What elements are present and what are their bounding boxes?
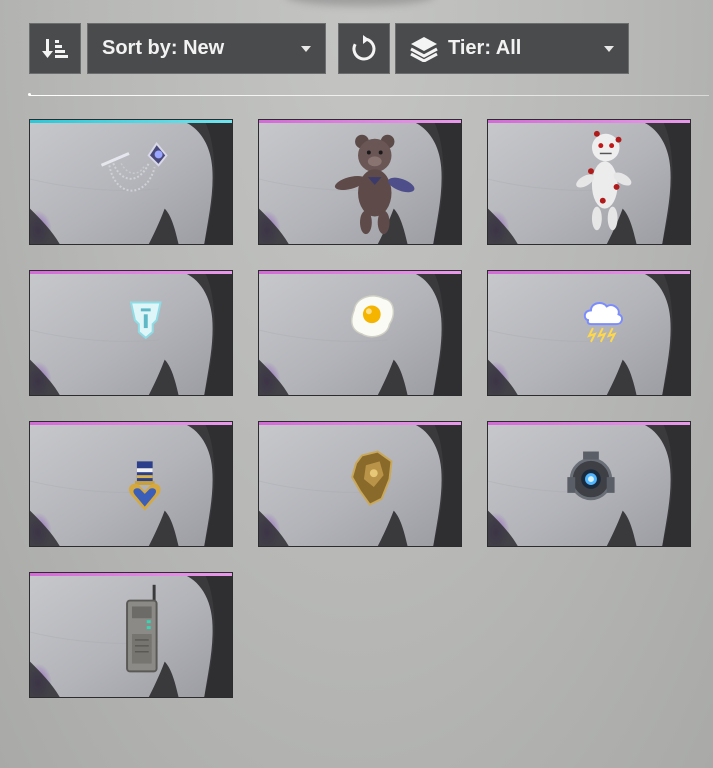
toolbar-divider <box>29 95 709 96</box>
tier-indicator-pink <box>488 422 690 425</box>
tier-indicator-pink <box>30 573 232 576</box>
top-shadow <box>285 0 435 6</box>
tier-indicator-pink <box>259 271 461 274</box>
tier-label: Tier: All <box>448 37 522 59</box>
tier-indicator-pink <box>259 422 461 425</box>
sort-label: Sort by: New <box>102 37 225 59</box>
tier-indicator-cyan <box>30 120 232 123</box>
sticker-card-walkie-talkie[interactable] <box>29 572 233 698</box>
sort-dropdown[interactable]: Sort by: New <box>87 23 326 74</box>
sticker-card-fried-egg[interactable] <box>258 270 462 396</box>
divider-dot <box>28 93 31 96</box>
tier-indicator-pink <box>488 271 690 274</box>
sticker-card-storm-cloud[interactable] <box>487 270 691 396</box>
sticker-card-tech-core[interactable] <box>487 421 691 547</box>
tier-indicator-pink <box>259 120 461 123</box>
sticker-card-teddy-bear[interactable] <box>258 119 462 245</box>
tier-indicator-pink <box>30 422 232 425</box>
tier-dropdown[interactable]: Tier: All <box>395 23 629 74</box>
gold-crest-icon <box>351 450 393 506</box>
sticker-card-emblem[interactable] <box>29 270 233 396</box>
chevron-down-icon <box>604 45 614 52</box>
tier-indicator-pink <box>30 271 232 274</box>
sticker-card-voodoo-doll[interactable] <box>487 119 691 245</box>
walkie-talkie-icon <box>126 584 158 673</box>
layers-icon <box>410 36 438 62</box>
sticker-card-brooch[interactable] <box>29 119 233 245</box>
silver-chain-brooch-icon <box>100 141 168 192</box>
fried-egg-icon <box>351 295 395 338</box>
sort-order-button[interactable] <box>29 23 81 74</box>
voodoo-doll-icon <box>576 130 632 231</box>
sticker-card-gold-crest[interactable] <box>258 421 462 547</box>
sort-descending-icon <box>42 38 68 58</box>
chevron-down-icon <box>301 45 311 52</box>
sticker-card-heart-medal[interactable] <box>29 421 233 547</box>
heart-medal-icon <box>128 461 161 511</box>
tech-core-icon <box>567 451 615 501</box>
emblem-badge-icon <box>129 301 162 340</box>
storm-cloud-icon <box>583 302 624 343</box>
reset-button[interactable] <box>338 23 390 74</box>
tier-indicator-pink <box>488 120 690 123</box>
refresh-icon <box>352 34 376 60</box>
teddy-bear-icon <box>334 134 415 235</box>
